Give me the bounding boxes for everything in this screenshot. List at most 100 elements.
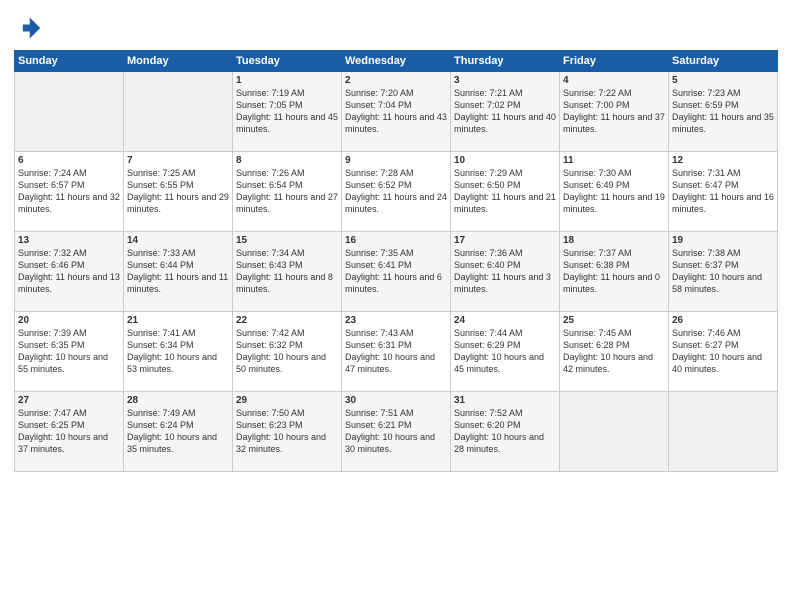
calendar-cell: 21Sunrise: 7:41 AMSunset: 6:34 PMDayligh… [124,312,233,392]
calendar-cell [560,392,669,472]
sunrise-label: Sunrise: 7:31 AM [672,168,741,178]
sunset-label: Sunset: 6:34 PM [127,340,194,350]
day-header-monday: Monday [124,51,233,72]
day-number: 13 [18,235,120,246]
sunset-label: Sunset: 6:24 PM [127,420,194,430]
cell-content: Sunrise: 7:19 AMSunset: 7:05 PMDaylight:… [236,87,338,136]
daylight-label: Daylight: 10 hours and 28 minutes. [454,432,544,454]
cell-content: Sunrise: 7:49 AMSunset: 6:24 PMDaylight:… [127,407,229,456]
daylight-label: Daylight: 11 hours and 27 minutes. [236,192,338,214]
cell-content: Sunrise: 7:52 AM Sunset: 6:20 PM Daylight:… [454,407,556,456]
sunset-label: Sunset: 6:28 PM [563,340,630,350]
day-number: 31 [454,395,556,406]
sunrise-label: Sunrise: 7:25 AM [127,168,196,178]
cell-content: Sunrise: 7:32 AMSunset: 6:46 PMDaylight:… [18,247,120,296]
calendar-cell: 12Sunrise: 7:31 AMSunset: 6:47 PMDayligh… [669,152,778,232]
cell-content: Sunrise: 7:43 AMSunset: 6:31 PMDaylight:… [345,327,447,376]
sunrise-label: Sunrise: 7:39 AM [18,328,87,338]
sunset-label: Sunset: 6:32 PM [236,340,303,350]
calendar-cell: 23Sunrise: 7:43 AMSunset: 6:31 PMDayligh… [342,312,451,392]
day-number: 2 [345,75,447,86]
calendar-cell: 1Sunrise: 7:19 AMSunset: 7:05 PMDaylight… [233,72,342,152]
sunset-label: Sunset: 6:46 PM [18,260,85,270]
cell-content: Sunrise: 7:25 AMSunset: 6:55 PMDaylight:… [127,167,229,216]
sunset-label: Sunset: 6:20 PM [454,420,521,430]
calendar-header-row: SundayMondayTuesdayWednesdayThursdayFrid… [15,51,778,72]
cell-content: Sunrise: 7:20 AMSunset: 7:04 PMDaylight:… [345,87,447,136]
day-number: 26 [672,315,774,326]
daylight-label: Daylight: 11 hours and 6 minutes. [345,272,442,294]
day-number: 15 [236,235,338,246]
calendar-cell: 8Sunrise: 7:26 AMSunset: 6:54 PMDaylight… [233,152,342,232]
day-number: 6 [18,155,120,166]
sunset-label: Sunset: 6:55 PM [127,180,194,190]
day-number: 25 [563,315,665,326]
daylight-label: Daylight: 10 hours and 35 minutes. [127,432,217,454]
sunset-label: Sunset: 7:02 PM [454,100,521,110]
sunset-label: Sunset: 6:43 PM [236,260,303,270]
cell-content: Sunrise: 7:34 AM Sunset: 6:43 PM Daylight:… [236,247,338,296]
sunrise-label: Sunrise: 7:36 AM [454,248,523,258]
cell-content: Sunrise: 7:47 AMSunset: 6:25 PMDaylight:… [18,407,120,456]
sunset-label: Sunset: 6:54 PM [236,180,303,190]
calendar-cell: 29Sunrise: 7:50 AMSunset: 6:23 PMDayligh… [233,392,342,472]
calendar-cell: 13Sunrise: 7:32 AMSunset: 6:46 PMDayligh… [15,232,124,312]
cell-content: Sunrise: 7:21 AM Sunset: 7:02 PM Daylight:… [454,87,556,136]
day-number: 21 [127,315,229,326]
sunrise-label: Sunrise: 7:50 AM [236,408,305,418]
calendar-cell: 11Sunrise: 7:30 AMSunset: 6:49 PMDayligh… [560,152,669,232]
sunrise-label: Sunrise: 7:52 AM [454,408,523,418]
daylight-label: Daylight: 11 hours and 8 minutes. [236,272,333,294]
day-number: 10 [454,155,556,166]
calendar-cell: 24Sunrise: 7:44 AMSunset: 6:29 PMDayligh… [451,312,560,392]
sunrise-label: Sunrise: 7:21 AM [454,88,523,98]
cell-content: Sunrise: 7:39 AMSunset: 6:35 PMDaylight:… [18,327,120,376]
cell-content: Sunrise: 7:22 AMSunset: 7:00 PMDaylight:… [563,87,665,136]
sunrise-label: Sunrise: 7:33 AM [127,248,196,258]
cell-content: Sunrise: 7:26 AM Sunset: 6:54 PM Daylight:… [236,167,338,216]
daylight-label: Daylight: 11 hours and 24 minutes. [345,192,447,214]
sunrise-label: Sunrise: 7:38 AM [672,248,741,258]
sunset-label: Sunset: 6:40 PM [454,260,521,270]
day-header-sunday: Sunday [15,51,124,72]
sunset-label: Sunset: 6:35 PM [18,340,85,350]
sunrise-label: Sunrise: 7:46 AM [672,328,741,338]
calendar-cell: 27Sunrise: 7:47 AMSunset: 6:25 PMDayligh… [15,392,124,472]
calendar-cell: 6Sunrise: 7:24 AMSunset: 6:57 PMDaylight… [15,152,124,232]
sunrise-label: Sunrise: 7:42 AM [236,328,305,338]
calendar-cell: 19Sunrise: 7:38 AMSunset: 6:37 PMDayligh… [669,232,778,312]
day-header-thursday: Thursday [451,51,560,72]
day-number: 22 [236,315,338,326]
cell-content: Sunrise: 7:45 AMSunset: 6:28 PMDaylight:… [563,327,665,376]
day-number: 12 [672,155,774,166]
day-number: 5 [672,75,774,86]
calendar-cell: 28Sunrise: 7:49 AMSunset: 6:24 PMDayligh… [124,392,233,472]
sunrise-label: Sunrise: 7:19 AM [236,88,305,98]
logo-icon [14,14,42,42]
day-number: 7 [127,155,229,166]
daylight-label: Daylight: 10 hours and 45 minutes. [454,352,544,374]
sunrise-label: Sunrise: 7:24 AM [18,168,87,178]
daylight-label: Daylight: 11 hours and 0 minutes. [563,272,660,294]
calendar-cell: 26Sunrise: 7:46 AMSunset: 6:27 PMDayligh… [669,312,778,392]
sunrise-label: Sunrise: 7:26 AM [236,168,305,178]
daylight-label: Daylight: 10 hours and 47 minutes. [345,352,435,374]
day-number: 19 [672,235,774,246]
calendar-cell: 25Sunrise: 7:45 AMSunset: 6:28 PMDayligh… [560,312,669,392]
week-row-2: 6 Sunrise: 7:24 AM Sunset: 6:57 PM Daylight… [15,152,778,232]
sunrise-label: Sunrise: 7:28 AM [345,168,414,178]
sunrise-label: Sunrise: 7:47 AM [18,408,87,418]
sunrise-label: Sunrise: 7:34 AM [236,248,305,258]
sunset-label: Sunset: 6:37 PM [672,260,739,270]
sunrise-label: Sunrise: 7:30 AM [563,168,632,178]
sunset-label: Sunset: 7:00 PM [563,100,630,110]
sunset-label: Sunset: 6:57 PM [18,180,85,190]
cell-content: Sunrise: 7:41 AMSunset: 6:34 PMDaylight:… [127,327,229,376]
cell-content: Sunrise: 7:28 AMSunset: 6:52 PMDaylight:… [345,167,447,216]
daylight-label: Daylight: 11 hours and 43 minutes. [345,112,447,134]
daylight-label: Daylight: 11 hours and 16 minutes. [672,192,774,214]
sunrise-label: Sunrise: 7:43 AM [345,328,414,338]
sunset-label: Sunset: 6:25 PM [18,420,85,430]
cell-content: Sunrise: 7:24 AMSunset: 6:57 PMDaylight:… [18,167,120,216]
daylight-label: Daylight: 11 hours and 40 minutes. [454,112,556,134]
